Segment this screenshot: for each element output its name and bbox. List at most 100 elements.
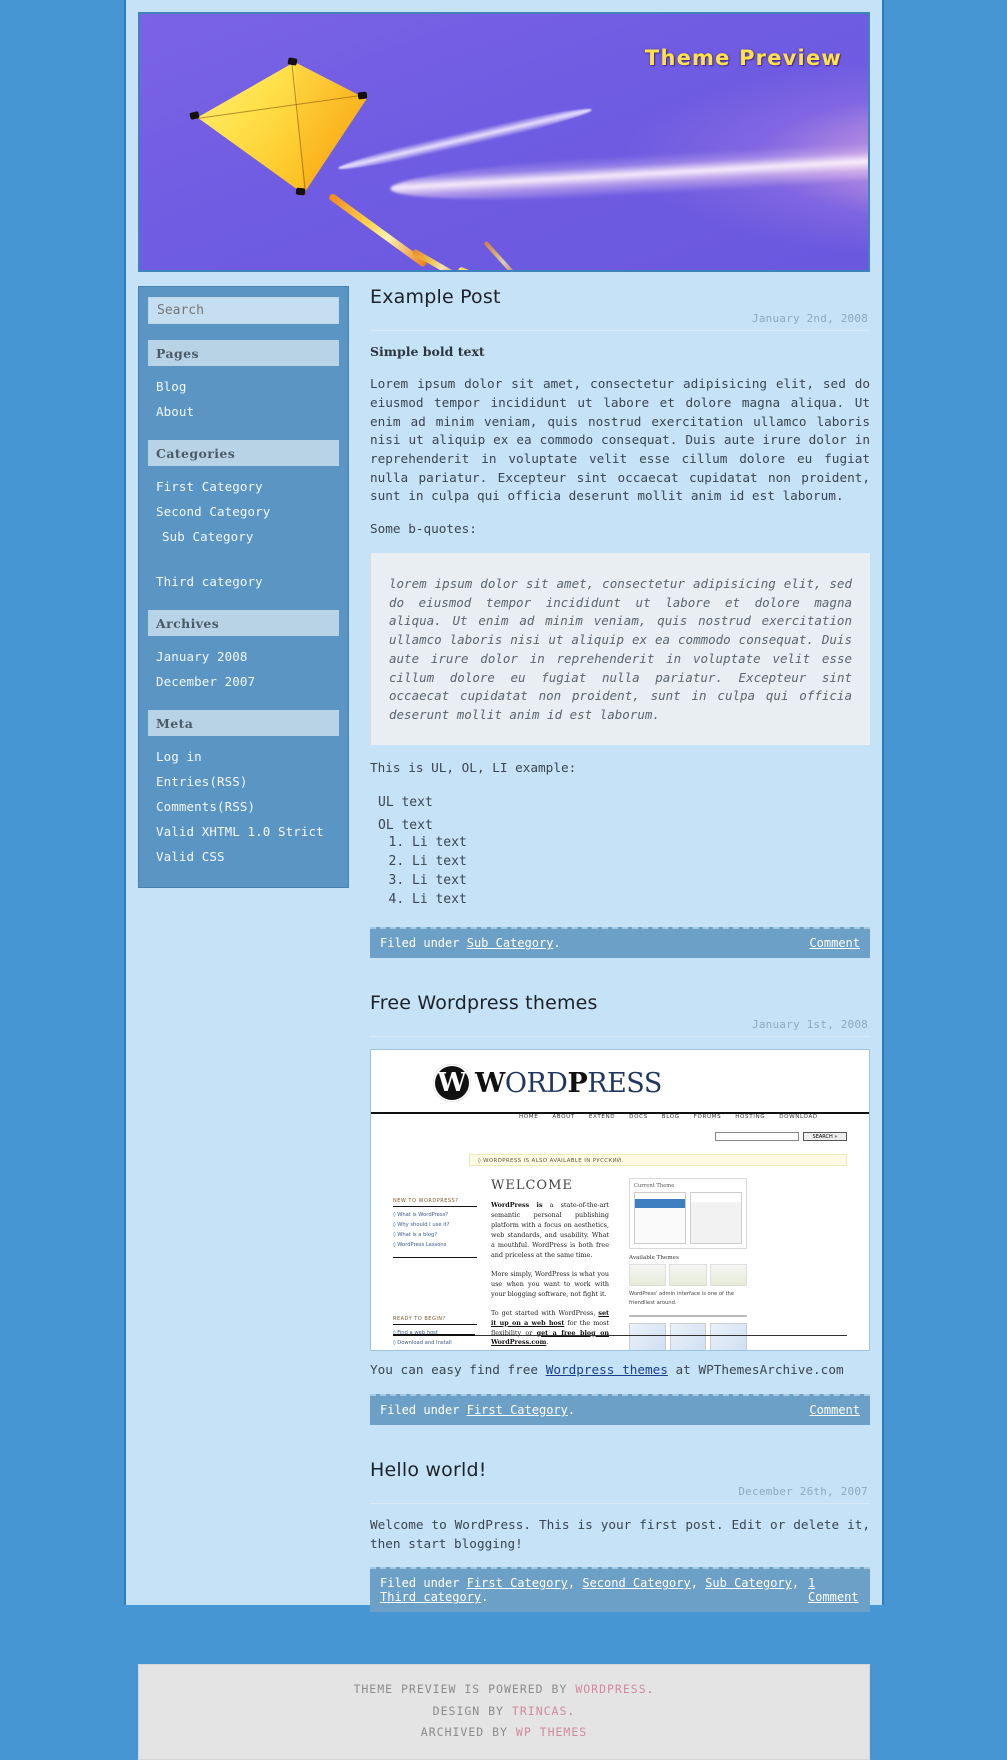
quote-intro: Some b-quotes: [370,521,477,537]
category-link[interactable]: Sub Category [467,936,554,950]
footer-text: THEME PREVIEW IS POWERED BY [353,1682,576,1697]
list-item[interactable]: Valid CSS [148,844,339,869]
nav-item[interactable]: BLOG [662,1114,680,1120]
list-item[interactable]: First Category [148,474,339,499]
wordpress-nav: HOME ABOUT EXTEND DOCS BLOG FORUMS HOSTI… [519,1114,818,1120]
brand-w: W [475,1067,505,1099]
comment-link[interactable]: Comment [809,936,860,950]
link-item[interactable]: ◊ WordPress Lessons [393,1241,477,1251]
link-item[interactable]: ◊ Why should I use it? [393,1221,477,1231]
trincas-link[interactable]: TRINCAS [512,1704,567,1718]
search-button[interactable]: SEARCH » [803,1132,847,1142]
promo-thumb[interactable] [669,1323,707,1351]
list-item[interactable]: Entries(RSS) [148,769,339,794]
list-item[interactable]: Comments(RSS) [148,794,339,819]
sidebar-item-second-category[interactable]: Second Category [148,499,339,524]
nav-item[interactable]: FORUMS [694,1114,722,1120]
sidebar-item-entries-rss[interactable]: Entries(RSS) [148,769,339,794]
category-link[interactable]: First Category [467,1403,568,1417]
sidebar-item-third-category[interactable]: Third category [148,569,339,594]
wp-themes-link[interactable]: WP THEMES [516,1725,587,1739]
post-bold-line: Simple bold text [370,344,485,359]
sidebar-list-archives: January 2008 December 2007 [148,636,339,694]
promo-thumb[interactable] [629,1323,666,1351]
sidebar-item-january-2008[interactable]: January 2008 [148,644,339,669]
wordpress-left-column: NEW TO WORDPRESS? ◊ What is WordPress? ◊… [393,1198,477,1351]
link-item[interactable]: ◊ Documentation [393,1349,477,1351]
list-item[interactable]: Blog [148,374,339,399]
list-item[interactable]: January 2008 [148,644,339,669]
intro-paragraph: WordPress is a state-of-the-art semantic… [491,1201,609,1261]
list-item[interactable]: Third category [148,569,339,594]
theme-thumb[interactable] [629,1264,667,1287]
list-item[interactable]: About [148,399,339,424]
list-item[interactable]: December 2007 [148,669,339,694]
category-link[interactable]: Second Category [582,1576,690,1590]
link-item[interactable]: ◊ What is a blog? [393,1231,477,1241]
nav-item[interactable]: HOME [519,1114,538,1120]
post-caption: You can easy find free Wordpress themes … [370,1361,870,1380]
search-input[interactable] [148,297,339,324]
sidebar-item-about[interactable]: About [148,399,339,424]
sidebar-item-december-2007[interactable]: December 2007 [148,669,339,694]
intro-rest: a state-of-the-art semantic personal pub… [491,1201,609,1260]
comment-link[interactable]: Comment [809,1403,860,1417]
promo-thumb[interactable] [710,1323,748,1351]
sidebar-item-blog[interactable]: Blog [148,374,339,399]
list-item[interactable]: Sub Category [154,524,339,549]
list-item: Li text [412,833,870,852]
sidebar-item-valid-xhtml[interactable]: Valid XHTML 1.0 Strict [148,819,339,844]
t3a: To get started with WordPress, [491,1308,599,1317]
sidebar-heading-categories: Categories [148,440,339,466]
comment-link[interactable]: 1 Comment [808,1576,860,1604]
post-example-post: Example Post January 2nd, 2008 Simple bo… [370,286,870,959]
category-link[interactable]: Third category [380,1590,481,1604]
third-paragraph: To get started with WordPress, set it up… [491,1309,609,1349]
site-header: Theme Preview [138,12,870,272]
list-item: Li text [412,871,870,890]
post-separator [370,958,870,992]
period: . [553,936,561,951]
post-image-wordpress-org-screenshot: W WORDPRESS HOME ABOUT EXTEND DOCS BLOG … [370,1049,870,1352]
list-item: Li text [412,852,870,871]
locale-notice: ◊ WORDPRESS IS ALSO AVAILABLE IN РУССКИЙ… [469,1154,847,1167]
wordpress-themes-link[interactable]: Wordpress themes [546,1362,668,1377]
sidebar-item-first-category[interactable]: First Category [148,474,339,499]
post-title[interactable]: Hello world! [370,1459,870,1485]
sidebar-sublist: Sub Category [148,524,339,549]
nav-item[interactable]: EXTEND [589,1114,615,1120]
nav-item[interactable]: HOSTING [735,1114,765,1120]
link-item[interactable]: ◊ What is WordPress? [393,1211,477,1221]
category-link[interactable]: Sub Category [705,1576,792,1590]
sidebar-item-comments-rss[interactable]: Comments(RSS) [148,794,339,819]
nav-item[interactable]: DOCS [629,1114,648,1120]
wordpress-search: SEARCH » [715,1132,847,1142]
sidebar-heading-archives: Archives [148,610,339,636]
theme-thumb[interactable] [669,1264,707,1287]
footer-line-2: DESIGN BY TRINCAS. [139,1701,869,1722]
post-date: January 2nd, 2008 [370,312,870,331]
wordpress-link[interactable]: WORDPRESS [575,1682,646,1696]
post-title[interactable]: Example Post [370,286,870,312]
link-item[interactable]: ◊ Download and Install [393,1339,477,1349]
post-meta-bar: Filed under Sub Category. Comment [370,927,870,959]
list-item[interactable]: Valid XHTML 1.0 Strict [148,819,339,844]
sidebar-item-log-in[interactable]: Log in [148,744,339,769]
sidebar-list-categories: First Category Second Category Sub Categ… [148,466,339,594]
list-item[interactable]: Log in [148,744,339,769]
footer-line-3: ARCHIVED BY WP THEMES [139,1722,869,1743]
nav-item[interactable]: ABOUT [552,1114,574,1120]
sidebar-item-valid-css[interactable]: Valid CSS [148,844,339,869]
list-item[interactable]: Second Category Sub Category [148,499,339,549]
t3c: . [546,1338,549,1347]
site-footer: THEME PREVIEW IS POWERED BY WORDPRESS. D… [138,1664,870,1760]
footer-line-1: THEME PREVIEW IS POWERED BY WORDPRESS. [139,1679,869,1700]
sidebar-item-sub-category[interactable]: Sub Category [154,524,339,549]
brand-p: P [567,1067,588,1099]
post-title[interactable]: Free Wordpress themes [370,992,870,1018]
category-link[interactable]: First Category [467,1576,568,1590]
caption-before: You can easy find free [370,1362,546,1378]
theme-thumb[interactable] [709,1264,747,1287]
nav-item[interactable]: DOWNLOAD [779,1114,818,1120]
search-input[interactable] [715,1132,799,1142]
